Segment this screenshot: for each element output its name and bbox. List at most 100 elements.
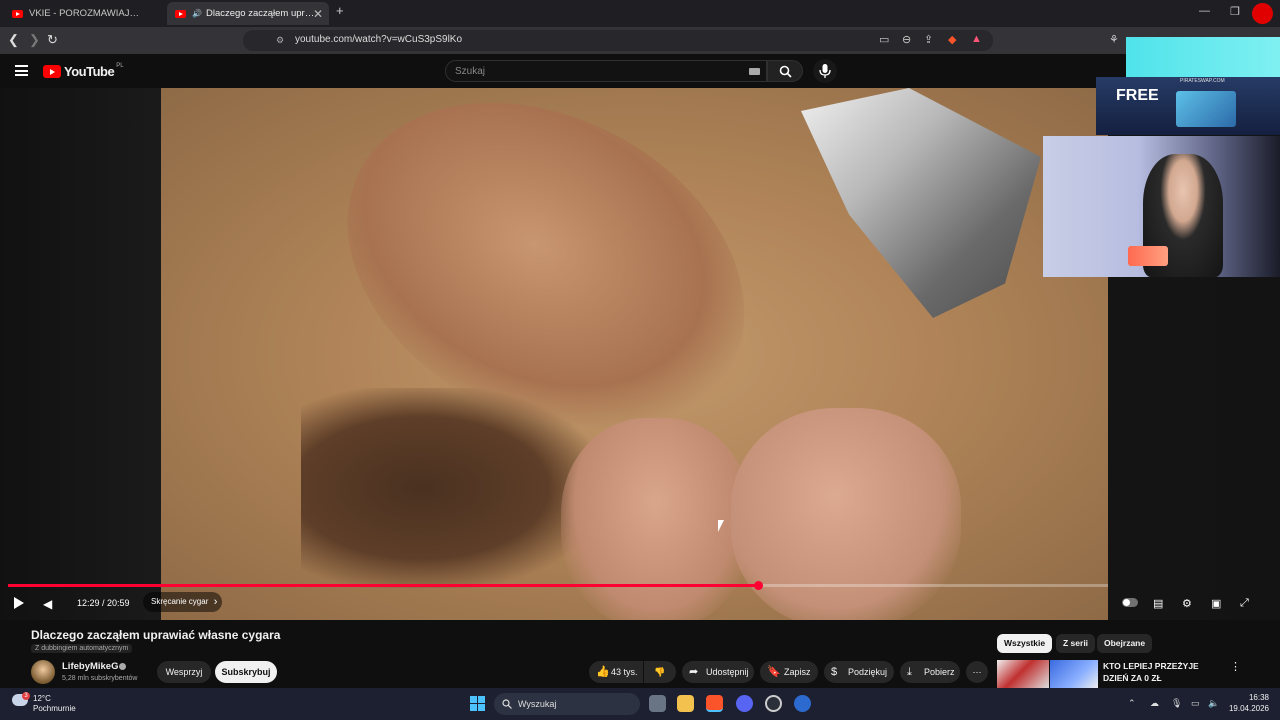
file-explorer-icon[interactable]: [677, 695, 694, 712]
task-view-icon[interactable]: [649, 695, 666, 712]
settings-gear-icon[interactable]: ⚙: [1182, 597, 1192, 610]
dried-tobacco-image: [301, 388, 601, 588]
right-hand-image: [731, 408, 961, 620]
search-placeholder: Szukaj: [455, 66, 486, 77]
restore-button[interactable]: ❐: [1230, 5, 1240, 18]
youtube-logo[interactable]: YouTube PL: [43, 62, 124, 79]
browser-tab-bar: VKIE - POROZMAWIAJMY O PLANACH 🔊 Dlaczeg…: [0, 0, 1280, 27]
discord-icon[interactable]: [736, 695, 753, 712]
profile-avatar[interactable]: [1252, 3, 1273, 24]
progress-fill: [8, 584, 759, 587]
clock-date[interactable]: 19.04.2026: [1225, 704, 1269, 713]
browser-toolbar: ❮ ❯ ↻ 🔖 ⚙ youtube.com/watch?v=wCuS3pS9lK…: [0, 27, 1280, 54]
ad-banner: PIRATESWAP.COM FREE: [1096, 77, 1280, 135]
new-tab-button[interactable]: +: [336, 3, 344, 18]
zoom-icon[interactable]: ⊖: [902, 33, 911, 46]
dislike-button[interactable]: 👎: [644, 661, 676, 683]
speaker-icon[interactable]: 🔈: [1208, 698, 1219, 709]
tab-title: VKIE - POROZMAWIAJMY O PLANACH: [29, 8, 139, 19]
webcam-overlay: [1043, 136, 1280, 277]
kebab-menu-icon[interactable]: ⋮: [1230, 660, 1241, 673]
tray-chevron-icon[interactable]: ⌃: [1128, 698, 1136, 709]
clock-time[interactable]: 16:38: [1229, 693, 1269, 702]
recommendation-thumbnail[interactable]: [997, 660, 1049, 688]
ad-domain: PIRATESWAP.COM: [1180, 78, 1225, 84]
chip-watched[interactable]: Obejrzane: [1097, 634, 1153, 653]
search-icon: [779, 65, 792, 78]
site-settings-icon[interactable]: ⚙: [276, 35, 284, 46]
progress-bar[interactable]: [8, 581, 1108, 590]
share-page-icon[interactable]: ⇪: [924, 33, 933, 46]
channel-avatar[interactable]: [31, 660, 55, 684]
autoplay-toggle[interactable]: [1122, 598, 1138, 607]
chapter-button[interactable]: Skręcanie cygar: [143, 592, 223, 612]
taskbar-search[interactable]: Wyszukaj: [494, 693, 640, 715]
browser-tab-active[interactable]: 🔊 Dlaczego zacząłem uprawiać ✕: [167, 2, 329, 25]
search-button[interactable]: [767, 60, 803, 82]
rewards-icon[interactable]: ▲: [971, 33, 982, 45]
logo-country: PL: [116, 62, 124, 69]
close-tab-icon[interactable]: ✕: [313, 7, 323, 21]
url-text: youtube.com/watch?v=wCuS3pS9lKo: [295, 34, 463, 45]
thanks-icon: $: [831, 666, 838, 678]
weather-badge: 3: [22, 692, 30, 700]
subscribe-button[interactable]: Subskrybuj: [215, 661, 277, 683]
play-button[interactable]: [14, 597, 24, 609]
search-icon: [502, 699, 512, 709]
verified-badge-icon: [119, 663, 126, 670]
brave-shield-icon[interactable]: ◆: [948, 33, 956, 46]
network-icon[interactable]: ☁: [1150, 698, 1159, 709]
windows-start-icon[interactable]: [470, 696, 485, 711]
menu-icon[interactable]: [15, 65, 28, 76]
thanks-button[interactable]: $ Podziękuj: [824, 661, 894, 683]
display-icon[interactable]: ▭: [1191, 698, 1200, 709]
like-button[interactable]: 👍 43 tys.: [589, 661, 643, 683]
extensions-icon[interactable]: ⚘: [1109, 33, 1119, 46]
miniplayer-icon[interactable]: ▣: [1211, 597, 1221, 610]
weather-condition: Pochmurnie: [33, 704, 76, 713]
thumbs-down-icon: 👎: [654, 667, 666, 677]
taskbar-search-placeholder: Wyszukaj: [518, 699, 557, 709]
app-icon[interactable]: [794, 695, 811, 712]
save-label: Zapisz: [784, 667, 811, 677]
share-button[interactable]: ➦ Udostępnij: [682, 661, 754, 683]
cast-icon[interactable]: ▭: [879, 33, 889, 46]
download-button[interactable]: ⤓ Pobierz: [900, 661, 960, 683]
chip-series[interactable]: Z serii: [1056, 634, 1096, 653]
search-input[interactable]: Szukaj: [445, 60, 767, 82]
more-actions-button[interactable]: ⋯: [966, 661, 988, 683]
temperature: 12°C: [33, 694, 51, 703]
chip-all[interactable]: Wszystkie: [997, 634, 1053, 653]
keyboard-icon[interactable]: [749, 68, 760, 75]
obs-icon[interactable]: [765, 695, 782, 712]
support-button[interactable]: Wesprzyj: [157, 661, 211, 683]
channel-name[interactable]: LifebyMikeG: [62, 661, 119, 672]
youtube-play-logo-icon: [43, 65, 61, 78]
video-frame[interactable]: [161, 88, 1108, 620]
download-icon: ⤓: [907, 666, 912, 678]
back-icon[interactable]: ❮: [8, 32, 19, 48]
youtube-favicon-icon: [12, 9, 23, 18]
brave-browser-icon[interactable]: [706, 695, 723, 712]
minimize-button[interactable]: —: [1199, 5, 1210, 17]
recommendation-thumbnail-2[interactable]: [1050, 660, 1098, 688]
reload-icon[interactable]: ↻: [47, 32, 58, 48]
subtitles-icon[interactable]: ▤: [1153, 597, 1163, 610]
fullscreen-icon[interactable]: ⤢: [1240, 597, 1249, 610]
mic-tray-icon[interactable]: 🎙: [1171, 698, 1182, 709]
save-button[interactable]: 🔖 Zapisz: [760, 661, 818, 683]
microphone-light-image: [1128, 246, 1168, 266]
volume-icon[interactable]: ◀: [43, 597, 52, 611]
forward-icon[interactable]: ❯: [29, 32, 40, 48]
share-icon: ➦: [689, 666, 699, 678]
recommendation-title[interactable]: KTO LEPIEJ PRZEŻYJE DZIEŃ ZA 0 ZŁ: [1103, 660, 1223, 684]
voice-search-button[interactable]: [813, 59, 837, 83]
logo-text: YouTube: [64, 64, 115, 79]
browser-tab-vkie[interactable]: VKIE - POROZMAWIAJMY O PLANACH: [4, 2, 164, 25]
download-label: Pobierz: [924, 667, 955, 677]
subscriber-count: 5,28 mln subskrybentów: [62, 675, 138, 682]
time-display: 12:29 / 20:59: [77, 598, 130, 608]
youtube-favicon-icon: [175, 9, 186, 18]
tab-title: Dlaczego zacząłem uprawiać: [205, 8, 316, 19]
video-title: Dlaczego zacząłem uprawiać własne cygara: [31, 628, 281, 642]
